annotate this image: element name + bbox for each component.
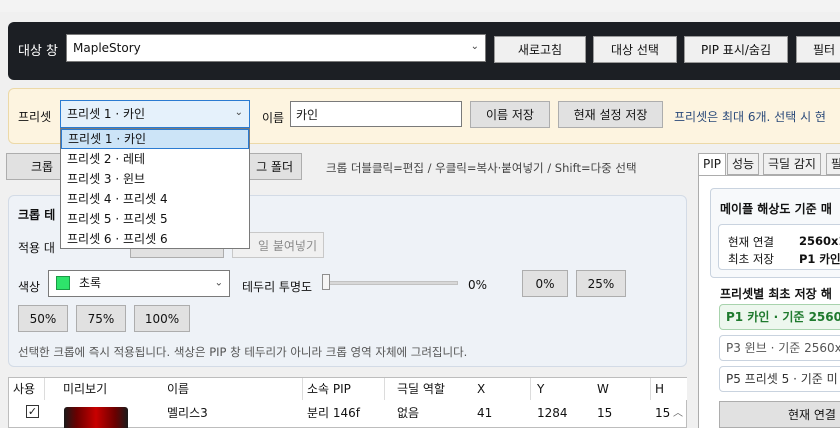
resolution-header: 메이플 해상도 기준 매 <box>720 202 832 216</box>
row-role: 없음 <box>397 406 420 420</box>
apply-target-label: 적용 대 <box>18 241 55 255</box>
preset-label: 프리셋 <box>18 110 52 124</box>
row-x: 41 <box>477 406 493 420</box>
preset-resolution-item[interactable]: P3 윈브 · 기준 2560x <box>719 335 840 361</box>
crop-preview-image <box>64 407 128 428</box>
current-connection-label: 현재 연결 <box>728 235 774 249</box>
opacity-100-button[interactable]: 100% <box>134 305 190 332</box>
opacity-50-button[interactable]: 50% <box>18 305 68 332</box>
color-swatch <box>56 276 70 290</box>
slider-thumb[interactable] <box>322 274 330 290</box>
preset-option[interactable]: 프리셋 2 · 레테 <box>61 149 249 169</box>
crop-settings-note: 선택한 크롭에 즉시 적용됩니다. 색상은 PIP 창 테두리가 아니라 크롭 … <box>18 345 468 359</box>
border-opacity-slider[interactable] <box>324 281 458 285</box>
first-save-label: 최초 저장 <box>728 252 774 266</box>
filter-button[interactable]: 필터 <box>796 36 840 63</box>
target-window-select[interactable]: MapleStory ⌄ <box>66 34 486 62</box>
color-value: 초록 <box>79 276 102 290</box>
chevron-down-icon: ⌄ <box>234 107 243 118</box>
title-bar <box>0 0 840 12</box>
column-header[interactable]: 미리보기 <box>59 378 167 400</box>
border-opacity-value: 0% <box>468 278 488 292</box>
scroll-up-icon[interactable]: ︿ <box>673 404 683 419</box>
preset-resolution-item[interactable]: P5 프리셋 5 · 기준 미 <box>719 366 840 392</box>
column-header[interactable]: H <box>651 378 687 400</box>
preset-select[interactable]: 프리셋 1 · 카인 ⌄ <box>60 100 250 128</box>
color-label: 색상 <box>18 280 41 294</box>
column-header[interactable]: Y <box>533 378 595 400</box>
row-name: 멜리스3 <box>167 406 208 420</box>
opacity-75-button[interactable]: 75% <box>76 305 126 332</box>
row-y: 1284 <box>537 406 568 420</box>
row-w: 15 <box>597 406 613 420</box>
preset-option[interactable]: 프리셋 1 · 카인 <box>61 129 249 149</box>
target-window-label: 대상 창 <box>18 44 59 59</box>
save-name-button[interactable]: 이름 저장 <box>470 101 550 128</box>
preset-dropdown-list: 프리셋 1 · 카인 프리셋 2 · 레테 프리셋 3 · 윈브 프리셋 4 ·… <box>60 128 250 249</box>
preset-option[interactable]: 프리셋 3 · 윈브 <box>61 169 249 189</box>
current-connection-button[interactable]: 현재 연결 <box>719 401 840 428</box>
tab-burst-detect[interactable]: 극딜 감지 <box>763 153 821 175</box>
column-header[interactable]: 소속 PIP <box>303 378 385 400</box>
row-h: 15 <box>655 406 671 420</box>
border-opacity-label: 테두리 투명도 <box>242 280 313 294</box>
pip-toggle-button[interactable]: PIP 표시/숨김 <box>684 36 788 63</box>
first-save-value: P1 카인 <box>799 252 840 266</box>
preset-selected-value: 프리셋 1 · 카인 <box>67 107 146 121</box>
crop-table: 사용 미리보기 이름 소속 PIP 극딜 역할 X Y W H ✓ 멜리스3 분… <box>8 377 687 428</box>
per-preset-title: 프리셋별 최초 저장 해 <box>720 287 832 301</box>
column-header[interactable]: W <box>593 378 651 400</box>
crop-settings-title: 크롭 테 <box>18 208 56 222</box>
select-target-button[interactable]: 대상 선택 <box>593 36 677 63</box>
preset-name-input[interactable]: 카인 <box>290 101 462 127</box>
chevron-down-icon: ⌄ <box>214 277 223 289</box>
save-current-settings-button[interactable]: 현재 설정 저장 <box>558 101 663 128</box>
refresh-button[interactable]: 새로고침 <box>494 36 586 63</box>
color-select[interactable]: 초록 ⌄ <box>48 270 230 297</box>
crop-help-text: 크롭 더블클릭=편집 / 우클릭=복사·붙여넣기 / Shift=다중 선택 <box>326 161 637 175</box>
preset-note: 프리셋은 최대 6개. 선택 시 현 <box>674 110 826 124</box>
row-pip: 분리 146f <box>307 406 361 420</box>
opacity-0-button[interactable]: 0% <box>522 270 568 297</box>
tab-filter[interactable]: 필 <box>826 153 840 175</box>
chevron-down-icon: ⌄ <box>470 41 479 52</box>
preset-name-label: 이름 <box>262 111 285 125</box>
opacity-25-button[interactable]: 25% <box>576 270 626 297</box>
column-header[interactable]: 이름 <box>163 378 303 400</box>
target-window-value: MapleStory <box>73 41 141 55</box>
use-checkbox[interactable]: ✓ <box>26 405 39 418</box>
preset-option[interactable]: 프리셋 5 · 프리셋 5 <box>61 209 249 229</box>
preset-resolution-item[interactable]: P1 카인 · 기준 2560x <box>719 304 840 330</box>
preset-option[interactable]: 프리셋 4 · 프리셋 4 <box>61 189 249 209</box>
column-header[interactable]: 사용 <box>9 378 45 400</box>
tab-performance[interactable]: 성능 <box>727 153 760 175</box>
column-header[interactable]: X <box>473 378 531 400</box>
tab-pip[interactable]: PIP <box>698 153 727 176</box>
current-connection-value: 2560x1 <box>799 234 840 248</box>
preset-option[interactable]: 프리셋 6 · 프리셋 6 <box>61 229 249 249</box>
column-header[interactable]: 극딜 역할 <box>393 378 475 400</box>
